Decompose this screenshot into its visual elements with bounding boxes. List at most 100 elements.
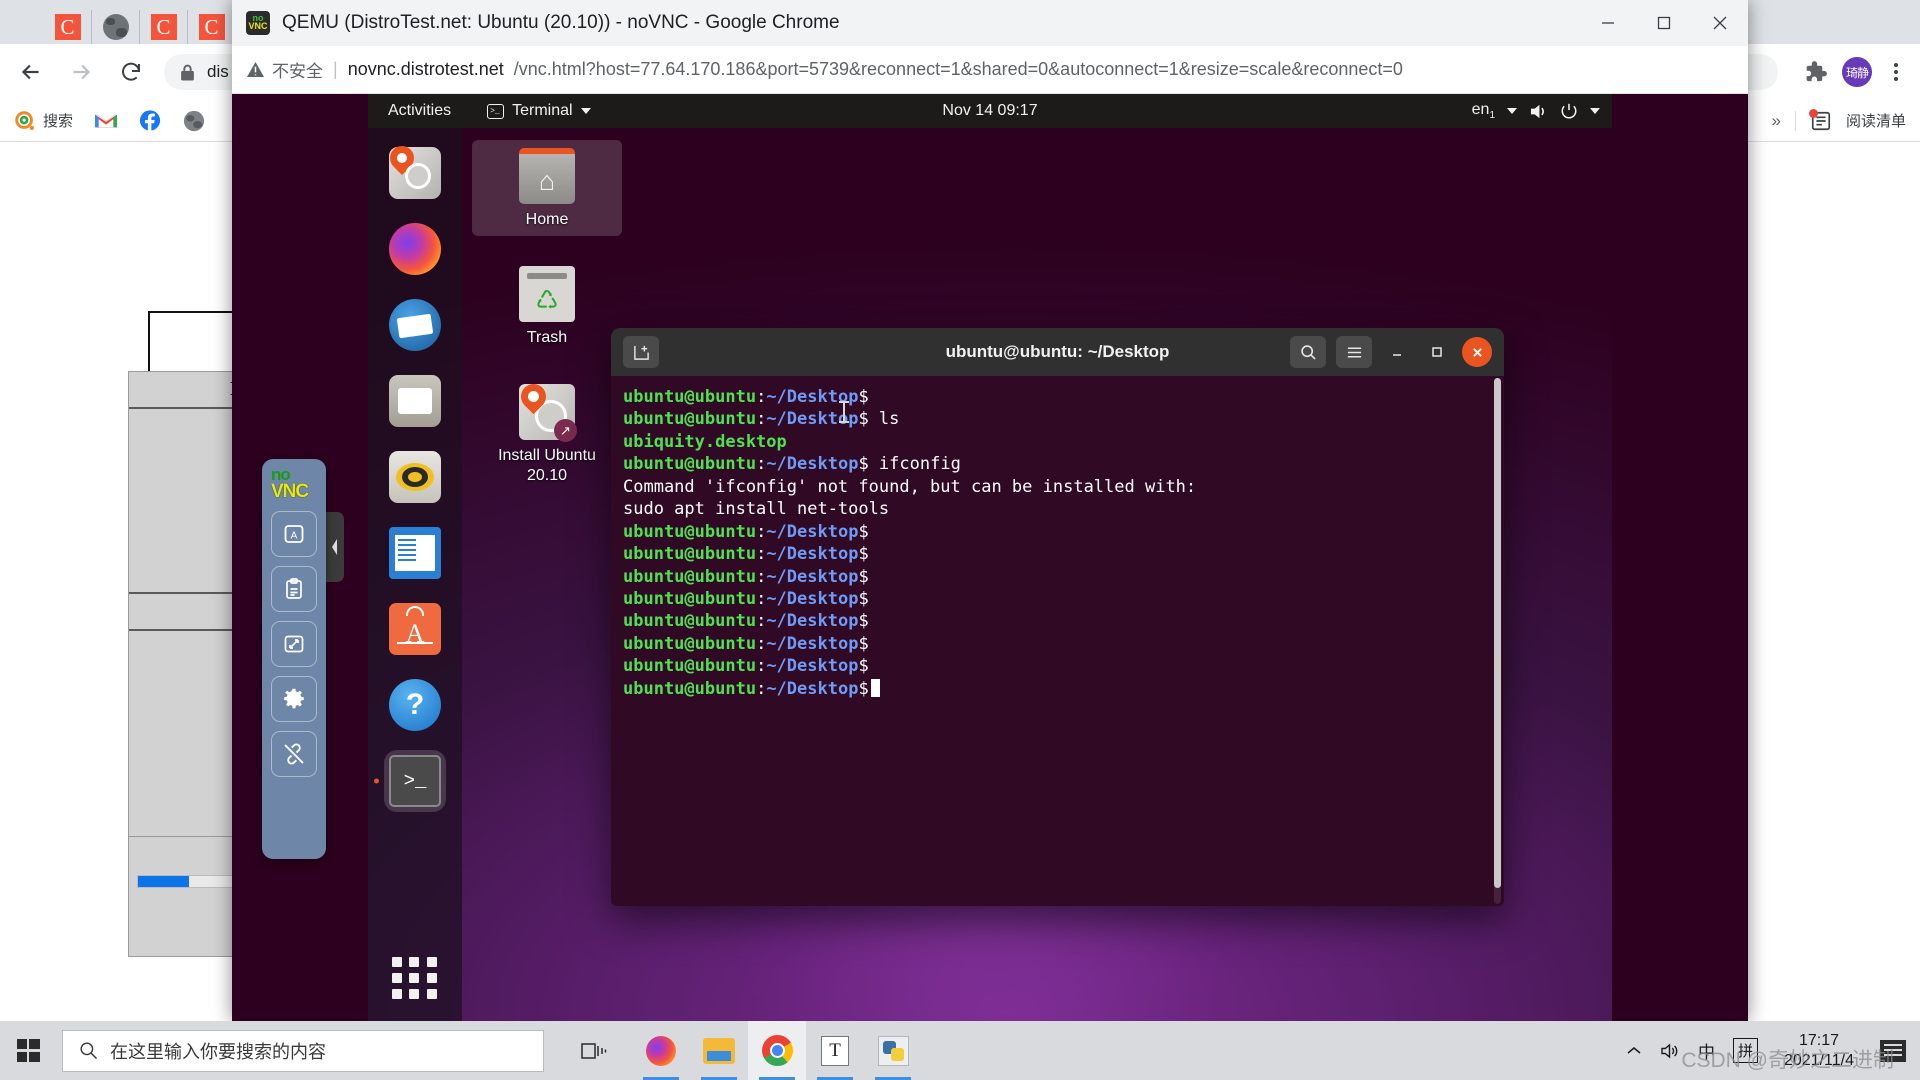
ubuntu-desktop[interactable]: Activities >_ Terminal Nov 14 09:17 en1 <box>368 94 1612 1021</box>
letter-c-favicon: C <box>151 14 177 40</box>
reload-button[interactable] <box>114 55 148 89</box>
tray-overflow-chevron[interactable] <box>1626 1045 1642 1057</box>
terminal-close-button[interactable] <box>1462 337 1492 367</box>
puzzle-icon[interactable] <box>1802 59 1828 85</box>
search-icon <box>79 1041 98 1060</box>
dock-item-ubuntu-installer[interactable] <box>384 142 446 204</box>
kebab-menu-icon[interactable] <box>1886 63 1906 81</box>
dock-item-rhythmbox[interactable] <box>384 446 446 508</box>
bookmark-facebook[interactable] <box>139 110 161 132</box>
background-url-text: dis <box>207 62 229 82</box>
clipboard-icon[interactable] <box>271 566 317 612</box>
url-path: /vnc.html?host=77.64.170.186&port=5739&r… <box>514 59 1403 80</box>
security-label: 不安全 <box>272 57 323 82</box>
dock-item-thunderbird[interactable] <box>384 294 446 356</box>
taskbar-apps: T <box>632 1021 922 1080</box>
desktop-icon-home[interactable]: Home <box>472 140 622 236</box>
hamburger-menu-icon[interactable] <box>1336 336 1372 368</box>
desktop-icon-label: Home <box>476 210 618 230</box>
show-applications-button[interactable] <box>392 957 438 999</box>
gnome-tray[interactable]: en1 <box>1472 101 1600 121</box>
fullscreen-icon[interactable] <box>271 621 317 667</box>
app-menu[interactable]: >_ Terminal <box>487 102 590 120</box>
disconnect-icon[interactable] <box>271 731 317 777</box>
start-button[interactable] <box>0 1021 56 1080</box>
terminal-line: sudo apt install net-tools <box>623 498 1492 520</box>
terminal-line-active: ubuntu@ubuntu:~/Desktop$ <box>623 678 1492 700</box>
background-tab[interactable]: C <box>44 10 92 44</box>
minimize-button[interactable] <box>1580 0 1636 46</box>
terminal-line: ubuntu@ubuntu:~/Desktop$ ls <box>623 408 1492 430</box>
ubuntu-dock: A ? >_ <box>368 128 462 1021</box>
taskbar-search-input[interactable]: 在这里输入你要搜索的内容 <box>62 1030 544 1072</box>
forward-button[interactable] <box>64 55 98 89</box>
chevron-down-icon <box>1590 108 1600 114</box>
app-menu-label: Terminal <box>512 102 572 120</box>
settings-gear-icon[interactable] <box>271 676 317 722</box>
bookmark-gmail[interactable] <box>95 110 117 132</box>
chrome-title-bar[interactable]: no VNC QEMU (DistroTest.net: Ubuntu (20.… <box>232 0 1748 46</box>
keyboard-layout-indicator[interactable]: en1 <box>1472 101 1495 121</box>
terminal-line: ubuntu@ubuntu:~/Desktop$ <box>623 521 1492 543</box>
chevron-down-icon <box>1507 108 1517 114</box>
bookmark-globe[interactable] <box>183 110 205 132</box>
dock-item-libreoffice-writer[interactable] <box>384 522 446 584</box>
bookmark-search[interactable]: 搜索 <box>14 110 73 132</box>
dock-item-files[interactable] <box>384 370 446 432</box>
activities-button[interactable]: Activities <box>380 102 459 120</box>
vnc-canvas[interactable]: Activities >_ Terminal Nov 14 09:17 en1 <box>232 94 1748 1021</box>
install-ubuntu-icon: ↗ <box>519 384 575 440</box>
warning-triangle-icon <box>246 61 265 78</box>
background-tab[interactable]: C <box>140 10 188 44</box>
gnome-top-bar: Activities >_ Terminal Nov 14 09:17 en1 <box>368 94 1612 128</box>
dock-item-terminal[interactable]: >_ <box>384 750 446 812</box>
background-tab[interactable] <box>92 10 140 44</box>
window-title: QEMU (DistroTest.net: Ubuntu (20.10)) - … <box>282 12 840 34</box>
terminal-maximize-button[interactable] <box>1422 337 1452 367</box>
terminal-icon: >_ <box>487 104 504 119</box>
bookmarks-overflow[interactable]: » <box>1772 111 1781 131</box>
desktop-icon-install-ubuntu[interactable]: ↗ Install Ubuntu 20.10 <box>472 376 622 492</box>
bookmark-label: 搜索 <box>43 110 73 131</box>
dock-item-help[interactable]: ? <box>384 674 446 736</box>
tray-volume-icon[interactable] <box>1660 1042 1680 1060</box>
novnc-panel-handle[interactable] <box>326 512 344 582</box>
keyboard-icon[interactable]: A <box>271 511 317 557</box>
gnome-clock[interactable]: Nov 14 09:17 <box>942 102 1037 120</box>
taskbar-app-google-chrome[interactable] <box>748 1021 806 1080</box>
search-icon[interactable] <box>1290 336 1326 368</box>
background-tab[interactable]: C <box>188 10 236 44</box>
dock-item-ubuntu-software[interactable]: A <box>384 598 446 660</box>
windows-logo-icon <box>17 1039 40 1062</box>
close-button[interactable] <box>1692 0 1748 46</box>
terminal-scrollbar[interactable] <box>1494 378 1501 904</box>
window-controls <box>1580 0 1748 46</box>
new-tab-icon[interactable] <box>623 336 659 368</box>
terminal-output[interactable]: ubuntu@ubuntu:~/Desktop$ ubuntu@ubuntu:~… <box>611 376 1504 906</box>
reading-list-label[interactable]: 阅读清单 <box>1846 110 1906 131</box>
address-bar[interactable]: 不安全 | novnc.distrotest.net/vnc.html?host… <box>242 53 1738 87</box>
avatar[interactable]: 琦静 <box>1842 57 1872 87</box>
maximize-button[interactable] <box>1636 0 1692 46</box>
back-button[interactable] <box>14 55 48 89</box>
novnc-toolbar: 不安全 | novnc.distrotest.net/vnc.html?host… <box>232 46 1748 94</box>
security-indicator[interactable]: 不安全 <box>246 57 323 82</box>
windows-taskbar: 在这里输入你要搜索的内容 T <box>0 1021 1920 1080</box>
desktop-icon-label: Install Ubuntu 20.10 <box>476 446 618 486</box>
gmail-icon <box>95 110 117 132</box>
taskbar-app-firefox[interactable] <box>632 1021 690 1080</box>
terminal-line: ubuntu@ubuntu:~/Desktop$ <box>623 566 1492 588</box>
taskbar-app-python-idle[interactable] <box>864 1021 922 1080</box>
trash-icon <box>519 266 575 322</box>
taskbar-app-file-explorer[interactable] <box>690 1021 748 1080</box>
terminal-line: ubuntu@ubuntu:~/Desktop$ ifconfig <box>623 453 1492 475</box>
terminal-minimize-button[interactable] <box>1382 337 1412 367</box>
terminal-line: ubuntu@ubuntu:~/Desktop$ <box>623 588 1492 610</box>
desktop-icon-trash[interactable]: Trash <box>472 258 622 354</box>
dock-item-firefox[interactable] <box>384 218 446 280</box>
terminal-title-bar[interactable]: ubuntu@ubuntu: ~/Desktop <box>611 328 1504 376</box>
terminal-line: ubuntu@ubuntu:~/Desktop$ <box>623 543 1492 565</box>
taskbar-app-text-editor[interactable]: T <box>806 1021 864 1080</box>
gnome-terminal-window[interactable]: ubuntu@ubuntu: ~/Desktop <box>611 328 1504 906</box>
task-view-button[interactable] <box>566 1040 622 1062</box>
